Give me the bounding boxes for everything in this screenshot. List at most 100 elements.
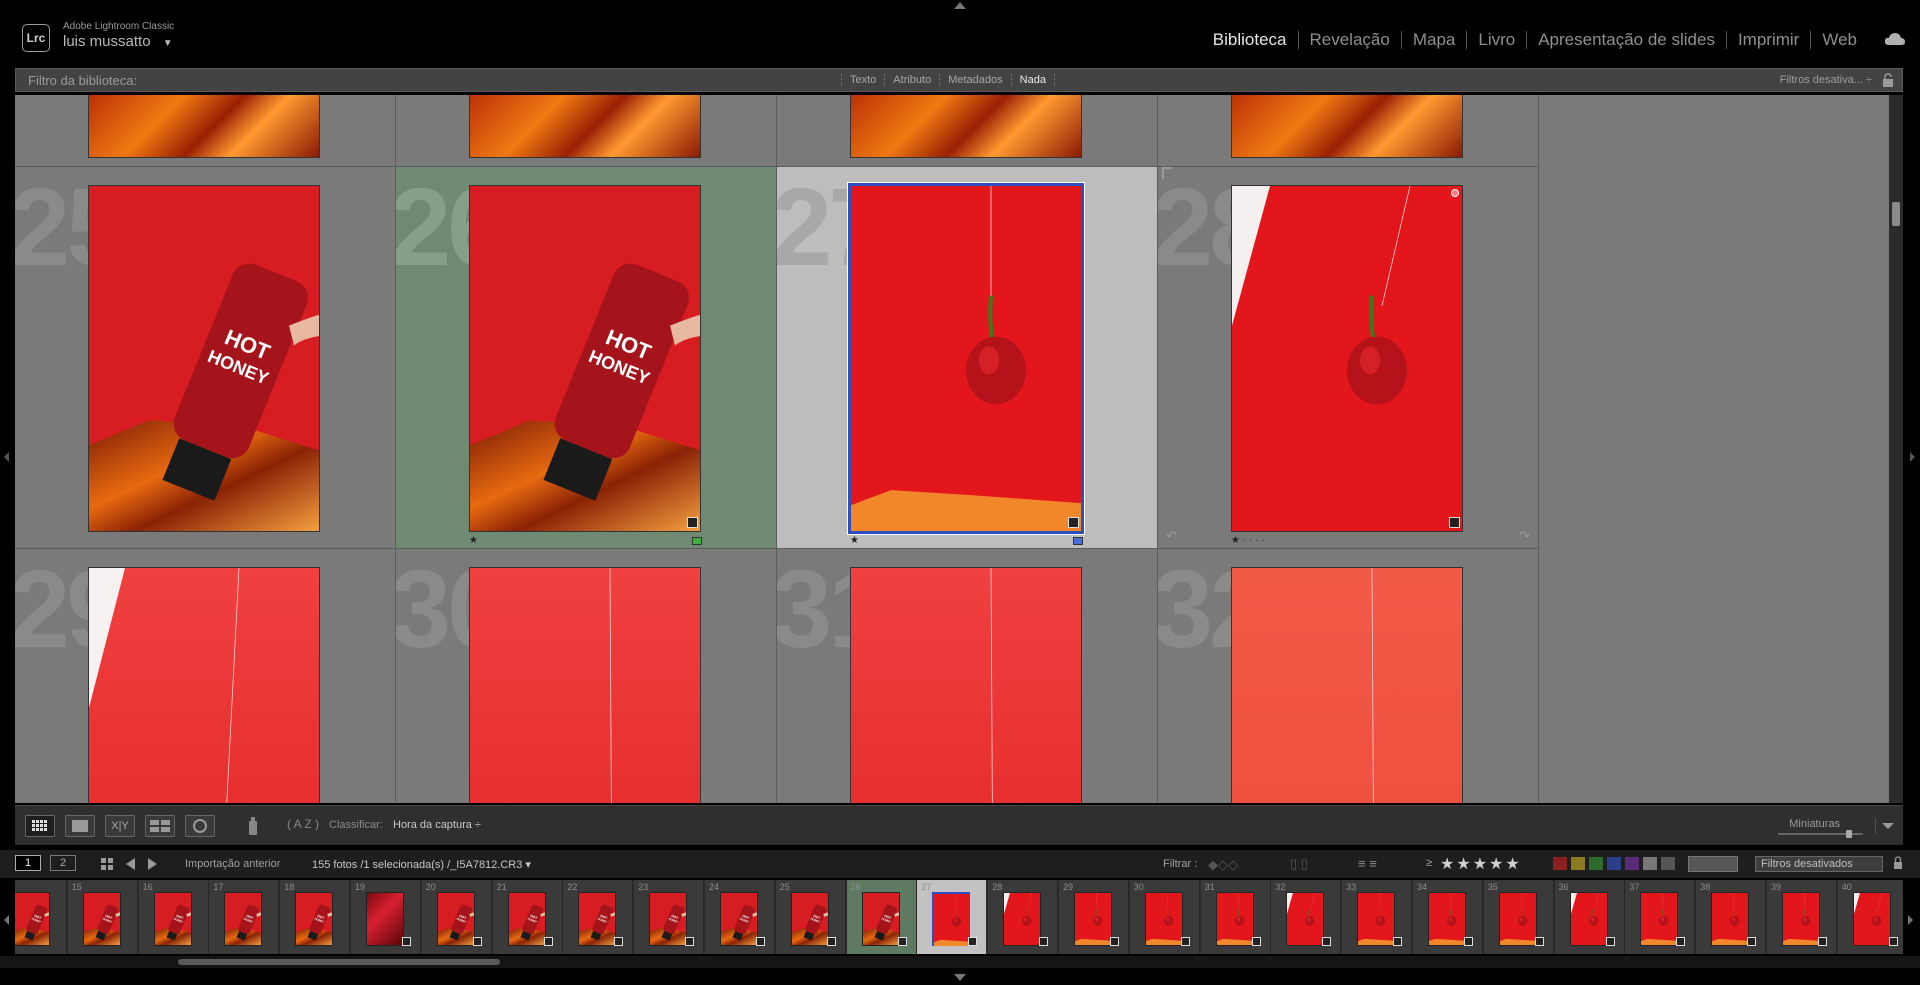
green-label-filter[interactable]: [1589, 857, 1603, 870]
rotate-left-icon[interactable]: ↶: [1166, 528, 1177, 544]
filmstrip-thumbnail[interactable]: HOT HONEY: [578, 892, 617, 946]
photo-thumbnail[interactable]: [850, 567, 1082, 803]
filmstrip-item[interactable]: 33: [1342, 880, 1413, 954]
filmstrip-scroll-right-icon[interactable]: [1908, 915, 1913, 925]
filmstrip-item[interactable]: 35: [1483, 880, 1554, 954]
photo-thumbnail[interactable]: [850, 95, 1082, 158]
edit-filter-icons[interactable]: ▯ ▯: [1290, 856, 1308, 872]
star-rating[interactable]: ★ · · · ·: [1231, 535, 1264, 546]
photo-thumbnail[interactable]: [1231, 95, 1463, 158]
grid-cell[interactable]: [396, 95, 777, 167]
thumbnail-size-slider-handle[interactable]: [1846, 830, 1852, 838]
yellow-label-filter[interactable]: [1571, 857, 1585, 870]
develop-adjusted-badge-icon[interactable]: [687, 517, 698, 528]
filmstrip-thumbnail[interactable]: [1640, 892, 1679, 946]
filter-tab-texto[interactable]: Texto: [841, 74, 886, 86]
filmstrip-thumbnail[interactable]: HOT HONEY: [720, 892, 758, 946]
filmstrip-thumbnail[interactable]: [1286, 892, 1325, 946]
filmstrip-item[interactable]: 40: [1837, 880, 1903, 954]
color-label-chip[interactable]: [1073, 537, 1083, 545]
filmstrip-thumbnail[interactable]: HOT HONEY: [649, 892, 688, 946]
filmstrip-thumbnail[interactable]: HOT HONEY: [790, 892, 829, 946]
collapse-bottom-panel-icon[interactable]: [954, 974, 966, 981]
filmstrip-item[interactable]: 29: [1059, 880, 1129, 954]
filmstrip-thumbnail[interactable]: HOT HONEY: [82, 892, 121, 946]
filmstrip-thumbnail[interactable]: [1215, 892, 1254, 946]
grid-cell[interactable]: 27 ★: [777, 167, 1158, 549]
toolbar-menu-button[interactable]: [1875, 818, 1897, 834]
filter-tab-nada[interactable]: Nada: [1012, 74, 1055, 86]
filmstrip-item[interactable]: 15 HOT HONEY: [67, 880, 138, 954]
compare-view-button[interactable]: X|Y: [105, 815, 135, 837]
quick-collection-icon[interactable]: [1451, 189, 1459, 197]
filter-tab-metadados[interactable]: Metadados: [940, 74, 1012, 86]
star-rating[interactable]: ★: [469, 535, 478, 546]
filmstrip-item[interactable]: 25 HOT HONEY: [775, 880, 846, 954]
primary-monitor-button[interactable]: 1: [15, 855, 41, 871]
people-view-button[interactable]: [185, 815, 215, 837]
spray-can-icon[interactable]: [247, 815, 259, 837]
left-panel-toggle-icon[interactable]: [4, 452, 9, 462]
sort-order-dropdown[interactable]: Hora da captura ÷: [393, 819, 481, 831]
flag-filter-icons[interactable]: ◆◇◇: [1208, 857, 1238, 873]
rotate-right-icon[interactable]: ↷: [1519, 528, 1530, 544]
grid-cell[interactable]: 29: [15, 549, 396, 803]
grid-cell[interactable]: 31: [777, 549, 1158, 803]
secondary-monitor-button[interactable]: 2: [50, 855, 76, 871]
rating-filter-stars[interactable]: ★★★★★: [1440, 854, 1522, 874]
grid-cell[interactable]: 28 ★ · · · · ↶ ↷: [1158, 167, 1539, 549]
grid-cell[interactable]: 30: [396, 549, 777, 803]
filmstrip-lock-icon[interactable]: [1893, 856, 1903, 870]
filmstrip-thumbnail[interactable]: HOT HONEY: [15, 892, 50, 946]
filmstrip-thumbnail[interactable]: [1144, 892, 1183, 946]
photo-thumbnail[interactable]: [88, 95, 320, 158]
filmstrip-item[interactable]: 22 HOT HONEY: [563, 880, 634, 954]
grid-cell[interactable]: [15, 95, 396, 167]
filmstrip-item[interactable]: 36: [1554, 880, 1625, 954]
photo-thumbnail[interactable]: HOT HONEY: [469, 185, 701, 532]
module-livro[interactable]: Livro: [1467, 30, 1526, 50]
thumbnail-size-slider[interactable]: [1778, 830, 1863, 838]
grid-icon[interactable]: [100, 857, 114, 871]
develop-adjusted-badge-icon[interactable]: [1068, 517, 1079, 528]
photo-thumbnail[interactable]: [469, 567, 701, 803]
filmstrip-item[interactable]: 31: [1200, 880, 1271, 954]
filmstrip-item[interactable]: 19: [351, 880, 421, 954]
module-biblioteca[interactable]: Biblioteca: [1202, 30, 1298, 50]
filmstrip-thumbnail[interactable]: [1428, 892, 1466, 946]
filmstrip-item[interactable]: 39: [1767, 880, 1837, 954]
user-name[interactable]: luis mussatto ▼: [63, 33, 173, 50]
filmstrip-item[interactable]: 30: [1129, 880, 1200, 954]
photo-thumbnail[interactable]: [1231, 567, 1463, 803]
grid-view-button[interactable]: [25, 815, 55, 837]
filmstrip-thumbnail[interactable]: [1074, 892, 1112, 946]
filmstrip-item[interactable]: 37: [1625, 880, 1696, 954]
grid-scrollbar-thumb[interactable]: [1892, 202, 1900, 226]
filmstrip-item[interactable]: 23 HOT HONEY: [634, 880, 705, 954]
filmstrip-thumbnail[interactable]: [1782, 892, 1820, 946]
photo-thumbnail[interactable]: [469, 95, 701, 158]
photo-thumbnail[interactable]: [1231, 185, 1463, 532]
filter-tab-atributo[interactable]: Atributo: [885, 74, 941, 86]
grid-cell[interactable]: 26 HOT HONEY ★: [396, 167, 777, 549]
filmstrip-thumbnail[interactable]: [1711, 892, 1750, 946]
module-web[interactable]: Web: [1811, 30, 1868, 50]
photo-thumbnail[interactable]: HOT HONEY: [88, 185, 320, 532]
grid-cell[interactable]: 32: [1158, 549, 1539, 803]
filmstrip-thumbnail[interactable]: [932, 892, 971, 946]
filmstrip-item[interactable]: 26 HOT HONEY: [846, 880, 917, 954]
develop-adjusted-badge-icon[interactable]: [1449, 517, 1460, 528]
purple-label-filter[interactable]: [1625, 857, 1639, 870]
rating-operator[interactable]: ≥: [1426, 857, 1432, 869]
filter-presets-dropdown[interactable]: Filtros desativa... ÷: [1780, 74, 1872, 86]
filmstrip-thumbnail[interactable]: HOT HONEY: [861, 892, 900, 946]
filmstrip-item[interactable]: 24 HOT HONEY: [705, 880, 775, 954]
module-mapa[interactable]: Mapa: [1402, 30, 1467, 50]
filmstrip-thumbnail[interactable]: HOT HONEY: [153, 892, 192, 946]
previous-arrow-icon[interactable]: [126, 858, 135, 870]
filmstrip-scroll-left-icon[interactable]: [4, 915, 9, 925]
filmstrip-thumbnail[interactable]: HOT HONEY: [436, 892, 475, 946]
custom-label-filter[interactable]: [1643, 857, 1657, 870]
kind-filter[interactable]: [1688, 856, 1738, 872]
filmstrip-item[interactable]: 20 HOT HONEY: [421, 880, 492, 954]
